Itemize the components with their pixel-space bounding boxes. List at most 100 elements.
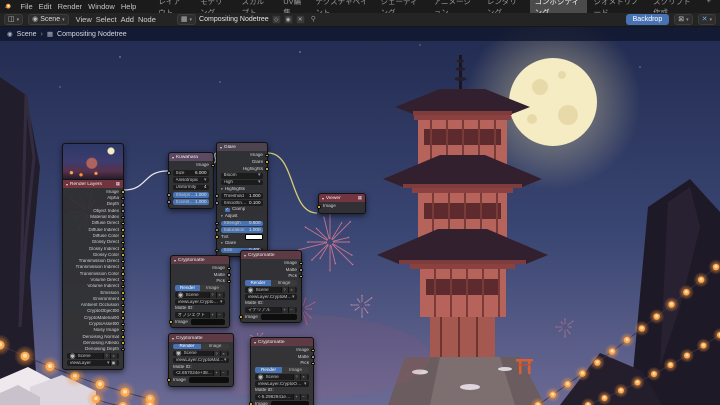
node-cryptomatte-material-2[interactable]: ▾ Cryptomatte Render Image ◉ Scene? × ViewLayer… — [167, 333, 234, 387]
scene-field[interactable]: ◉ Scene? × — [245, 287, 297, 294]
output-socket[interactable] — [265, 167, 269, 171]
menu-window[interactable]: Window — [85, 2, 118, 11]
matte-id-input[interactable]: <2.857024e+38>,<4.87a7ae-05>+− — [173, 370, 229, 376]
backdrop-button[interactable]: Backdrop — [625, 14, 670, 25]
output-socket[interactable] — [121, 316, 125, 320]
row-tabs[interactable]: Render Image — [241, 280, 301, 287]
tab-render[interactable]: Render — [245, 280, 271, 287]
output-socket[interactable] — [227, 266, 231, 271]
output-socket[interactable] — [121, 190, 125, 194]
value-input-socket[interactable] — [215, 228, 219, 232]
add-button[interactable]: + — [212, 370, 220, 376]
row-text[interactable]: オブジェクト + − — [171, 311, 229, 318]
node-header-cryptomatte-object[interactable]: ▾ Cryptomatte — [171, 256, 229, 264]
row-scene[interactable]: ◉ Scene? × — [169, 350, 233, 357]
shield-icon[interactable]: ◇ — [271, 15, 281, 24]
menu-file[interactable]: File — [18, 2, 36, 11]
row-text[interactable]: <2.857024e+38>,<4.87a7ae-05>+− — [169, 370, 233, 377]
row-viewlayer-cryptomaterial[interactable]: ViewLayer.CryptoMaterial▾ — [241, 294, 301, 301]
add-button[interactable]: + — [280, 307, 288, 313]
help-button[interactable]: ? — [280, 287, 288, 294]
breadcrumb-tree[interactable]: Compositing Nodetree — [57, 31, 127, 38]
row-viewlayer-cryptoobject[interactable]: ViewLayer.CryptoObject▾ — [251, 381, 313, 388]
editor-menu-select[interactable]: Select — [94, 15, 119, 24]
output-socket[interactable] — [121, 253, 125, 257]
row-viewlayer-cryptoobject[interactable]: ViewLayer.CryptoObject▾ — [171, 299, 229, 306]
row-strength[interactable]: Strength 0.500 — [215, 220, 267, 227]
menu-help[interactable]: Help — [118, 2, 139, 11]
fake-user-icon[interactable]: ◉ — [283, 15, 293, 24]
row-tint[interactable]: Tint — [215, 234, 267, 241]
select-bloom[interactable]: Bloom ▾ — [221, 173, 263, 179]
collapse-icon[interactable]: ▾ — [172, 155, 174, 160]
select-viewlayer-cryptomaterial[interactable]: ViewLayer.CryptoMaterial▾ — [245, 294, 297, 301]
select-viewlayer-cryptoobject[interactable]: ViewLayer.CryptoObject▾ — [175, 299, 225, 306]
field-smoothness[interactable]: Smoothness 0.100 — [221, 200, 263, 206]
editor-menu-add[interactable]: Add — [119, 15, 136, 24]
field-size[interactable]: Size 6.000 — [173, 170, 209, 176]
editor-type-dropdown[interactable]: ◫ ▾ — [4, 14, 24, 25]
tab-render[interactable]: Render — [175, 285, 200, 292]
tree-name[interactable]: Compositing Nodetree — [199, 16, 269, 23]
slider-saturation[interactable]: Saturation 1.000 — [221, 227, 263, 233]
row-scene[interactable]: ◉ Scene? × — [241, 287, 301, 294]
editor-menu-view[interactable]: View — [74, 15, 94, 24]
section-chevron-icon[interactable]: ▾ — [221, 241, 223, 246]
row-bloom[interactable]: Bloom ▾ — [217, 172, 267, 179]
row-tabs[interactable]: Render Image — [251, 367, 313, 374]
output-socket[interactable] — [121, 228, 125, 232]
collapse-icon[interactable]: ▾ — [66, 182, 68, 187]
color-input-socket[interactable] — [215, 235, 219, 239]
output-socket[interactable] — [227, 273, 231, 277]
node-header-viewer[interactable]: ▾ Viewer ▦ — [319, 194, 365, 202]
tree-type-dropdown[interactable]: ▦ ▾ — [176, 14, 197, 25]
output-socket[interactable] — [299, 261, 303, 266]
tab-image[interactable]: Image — [201, 343, 229, 350]
select-high[interactable]: High ▾ — [221, 179, 263, 186]
input-socket[interactable] — [239, 315, 243, 319]
node-header-cryptomatte-material-2[interactable]: ▾ Cryptomatte — [169, 334, 233, 342]
value-input-socket[interactable] — [167, 171, 171, 175]
output-socket[interactable] — [299, 268, 303, 272]
output-socket[interactable] — [121, 202, 125, 207]
row-tabs[interactable]: Render Image — [171, 285, 229, 292]
remove-button[interactable]: − — [299, 394, 307, 400]
node-cryptomatte-object[interactable]: ▾ Cryptomatte Image Matte Pick Render Image ◉ Sc… — [169, 255, 231, 329]
node-header-kuwahara[interactable]: ▾ Kuwahara — [169, 153, 213, 161]
close-button[interactable]: × — [215, 292, 223, 299]
output-socket[interactable] — [121, 335, 125, 339]
help-button[interactable]: ? — [292, 374, 300, 381]
scene-field[interactable]: ◉ Scene? × — [67, 353, 119, 360]
collapse-icon[interactable]: ▾ — [220, 145, 222, 150]
value-input-socket[interactable] — [215, 248, 219, 253]
menu-render[interactable]: Render — [55, 2, 86, 11]
editor-menu-node[interactable]: Node — [136, 15, 158, 24]
row-size[interactable]: Size 6.000 — [167, 169, 213, 176]
output-socket[interactable] — [121, 247, 125, 251]
row-viewlayer[interactable]: ViewLayer ▾ ▣ — [63, 360, 123, 367]
input-value-swatch[interactable] — [188, 377, 229, 383]
row-text[interactable]: <-5.2982941e+37>,<3.9d255f2b>+− — [251, 393, 313, 400]
select-anisotropic[interactable]: Anisotropic ▾ — [173, 177, 209, 184]
row-scene[interactable]: ◉ Scene? × — [63, 353, 123, 360]
unlink-icon[interactable]: ✕ — [295, 15, 305, 24]
value-input-socket[interactable] — [215, 201, 219, 205]
row-sharpness[interactable]: Sharpness1.000 — [167, 191, 213, 198]
tab-render[interactable]: Render — [173, 343, 201, 350]
row-clamp[interactable]: ✓ Clamp — [217, 206, 267, 213]
backdrop-zoom-dropdown[interactable]: ✕ ▾ — [697, 14, 716, 25]
row-tabs[interactable]: Render Image — [169, 343, 233, 350]
input-value-swatch[interactable] — [270, 401, 309, 405]
input-socket[interactable] — [169, 320, 173, 324]
output-socket[interactable] — [265, 160, 269, 164]
slider-eccentricity[interactable]: Eccentricity1.000 — [173, 199, 209, 206]
row-anisotropic[interactable]: Anisotropic ▾ — [169, 177, 213, 184]
help-button[interactable]: ? — [102, 353, 110, 360]
node-header-cryptomatte-material[interactable]: ▾ Cryptomatte — [241, 251, 301, 259]
render-icon[interactable]: ▣ — [109, 360, 117, 367]
output-socket[interactable] — [121, 234, 125, 239]
tab-image[interactable]: Image — [282, 367, 309, 374]
field-uniformity[interactable]: Uniformity 4 — [173, 184, 209, 191]
row-smoothness[interactable]: Smoothness 0.100 — [215, 200, 267, 207]
collapse-icon[interactable]: ▾ — [322, 196, 324, 201]
